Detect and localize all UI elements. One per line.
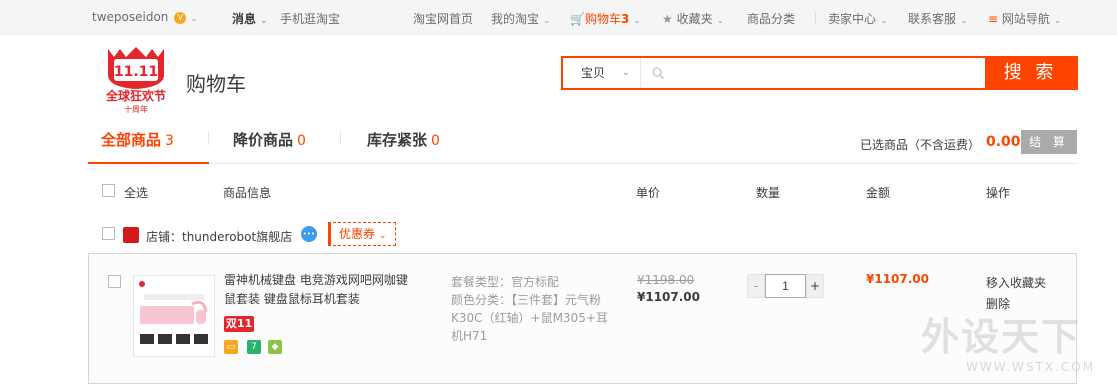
cart-count: 3 [620, 12, 630, 26]
favorites-label[interactable]: 收藏夹 [677, 12, 713, 26]
tab-count: 3 [165, 133, 174, 149]
select-all-label[interactable]: 全选 [124, 184, 148, 201]
seller-center-label[interactable]: 卖家中心 [828, 12, 876, 26]
column-header-amount: 金额 [866, 186, 891, 200]
product-title-link[interactable]: 雷神机械键盘 电竞游戏网吧网咖键鼠套装 键盘鼠标耳机套装 [224, 271, 414, 309]
messages-menu[interactable]: 消息 ⌄ [232, 10, 268, 27]
select-all-checkbox[interactable] [102, 184, 115, 197]
coupon-label[interactable]: 优惠券 [339, 227, 375, 241]
username[interactable]: tweposeidon [92, 10, 168, 24]
vip-badge-icon: V [174, 11, 187, 24]
selected-total: 0.00 [986, 134, 1021, 150]
product-image-icon [134, 276, 214, 356]
tab-count: 0 [297, 133, 306, 149]
logo-mark: 11.11 [114, 64, 158, 80]
shop-checkbox[interactable] [102, 227, 115, 240]
contact-service-menu[interactable]: 联系客服 ⌄ [908, 10, 968, 27]
product-properties: 套餐类型：官方标配 颜色分类：【三件套】元气粉K30C（红轴）+鼠M305+耳机… [451, 273, 611, 345]
tab-label[interactable]: 全部商品 [101, 131, 161, 149]
logo-caption: 全球狂欢节 [105, 88, 166, 103]
site-nav-menu[interactable]: ≡ 网站导航 ⌄ [988, 10, 1061, 27]
unit-price: ¥1107.00 [637, 290, 701, 304]
watermark-url: WWW.WSTX.COM [966, 360, 1096, 374]
chevron-down-icon[interactable]: ⌄ [543, 16, 551, 26]
search-icon [652, 67, 665, 80]
divider [208, 131, 209, 145]
cart-label[interactable]: 购物车 [585, 12, 621, 26]
tab-label[interactable]: 库存紧张 [367, 131, 427, 149]
site-nav-label[interactable]: 网站导航 [1002, 12, 1050, 26]
selected-items-label: 已选商品（不含运费） [860, 138, 981, 152]
favorites-menu[interactable]: ★ 收藏夹 ⌄ [662, 10, 724, 27]
original-price: ¥1198.00 [637, 273, 695, 287]
item-checkbox[interactable] [108, 275, 121, 288]
shop-icon [123, 227, 139, 243]
seven-day-return-icon: 7 [247, 340, 261, 354]
search-button[interactable]: 搜 索 [985, 58, 1076, 88]
tab-all-items[interactable]: 全部商品 3 [101, 129, 174, 150]
settle-button[interactable]: 结 算 [1021, 130, 1077, 154]
divider [340, 131, 341, 145]
tab-label[interactable]: 降价商品 [233, 131, 293, 149]
double11-logo[interactable]: 11.11 全球狂欢节 十周年 [100, 45, 172, 115]
taobao-home-link[interactable]: 淘宝网首页 [413, 10, 473, 27]
chevron-down-icon[interactable]: ⌄ [633, 16, 641, 26]
search-category-select[interactable]: 宝贝 ⌄ [563, 58, 641, 88]
tab-count: 0 [431, 133, 440, 149]
chevron-down-icon[interactable]: ⌄ [379, 231, 387, 241]
my-taobao-label[interactable]: 我的淘宝 [491, 12, 539, 26]
page-title: 购物车 [186, 72, 246, 96]
column-header-quantity: 数量 [756, 186, 781, 200]
decrease-quantity-button[interactable]: - [747, 274, 765, 298]
chevron-down-icon[interactable]: ⌄ [1054, 16, 1062, 26]
chevron-down-icon[interactable]: ⌄ [880, 16, 888, 26]
menu-icon: ≡ [988, 12, 999, 26]
column-header-actions: 操作 [986, 186, 1011, 200]
logo-subcaption: 十周年 [124, 104, 148, 114]
search-input[interactable] [667, 62, 967, 84]
column-header-unit-price: 单价 [636, 186, 661, 200]
seller-center-menu[interactable]: 卖家中心 ⌄ [828, 10, 888, 27]
credit-card-icon: ▭ [224, 340, 238, 354]
chevron-down-icon[interactable]: ⌄ [622, 58, 630, 88]
product-thumbnail[interactable] [133, 275, 215, 357]
item-amount: ¥1107.00 [866, 272, 930, 286]
guarantee-icon: ◆ [268, 340, 282, 354]
cart-menu[interactable]: 🛒购物车3 ⌄ [570, 10, 641, 27]
messages-label[interactable]: 消息 [232, 12, 256, 26]
double11-logo-icon: 11.11 全球狂欢节 十周年 [105, 47, 166, 114]
chevron-down-icon[interactable]: ⌄ [960, 16, 968, 26]
cart-icon: 🛒 [570, 12, 585, 26]
chevron-down-icon[interactable]: ⌄ [190, 14, 198, 24]
column-header-info: 商品信息 [223, 186, 272, 200]
tabs-divider [88, 163, 1077, 164]
search-category-label[interactable]: 宝贝 [581, 66, 605, 80]
chevron-down-icon[interactable]: ⌄ [260, 16, 268, 26]
quantity-input[interactable] [765, 274, 806, 298]
divider [815, 12, 816, 24]
coupon-button[interactable]: 优惠券 ⌄ [328, 222, 396, 246]
categories-link[interactable]: 商品分类 [747, 10, 795, 27]
tab-low-stock[interactable]: 库存紧张 0 [367, 129, 440, 150]
tab-price-drop[interactable]: 降价商品 0 [233, 129, 306, 150]
active-tab-indicator [88, 162, 209, 164]
watermark: 外设天下 [921, 315, 1082, 359]
increase-quantity-button[interactable]: + [806, 274, 824, 298]
my-taobao-menu[interactable]: 我的淘宝 ⌄ [491, 10, 551, 27]
move-to-favorites-link[interactable]: 移入收藏夹 [986, 274, 1046, 291]
quantity-stepper: - + [747, 274, 824, 298]
shop-name-link[interactable]: 店铺：thunderobot旗舰店 [146, 228, 292, 245]
username-link[interactable]: tweposeidon V ⌄ [92, 10, 198, 24]
product-property: 套餐类型：官方标配 [451, 275, 560, 289]
double11-badge: 双11 [224, 316, 254, 332]
star-icon: ★ [662, 12, 673, 26]
chat-icon[interactable]: ••• [301, 226, 317, 242]
chevron-down-icon[interactable]: ⌄ [717, 16, 725, 26]
top-navigation-bar: tweposeidon V ⌄ 消息 ⌄ 手机逛淘宝 淘宝网首页 我的淘宝 ⌄ 🛒购物车… [0, 0, 1117, 35]
product-property: 颜色分类：【三件套】元气粉K30C（红轴）+鼠M305+耳机H71 [451, 293, 608, 343]
contact-label[interactable]: 联系客服 [908, 12, 956, 26]
search-bar: 宝贝 ⌄ 搜 索 [561, 56, 1078, 90]
mobile-taobao-link[interactable]: 手机逛淘宝 [280, 10, 340, 27]
